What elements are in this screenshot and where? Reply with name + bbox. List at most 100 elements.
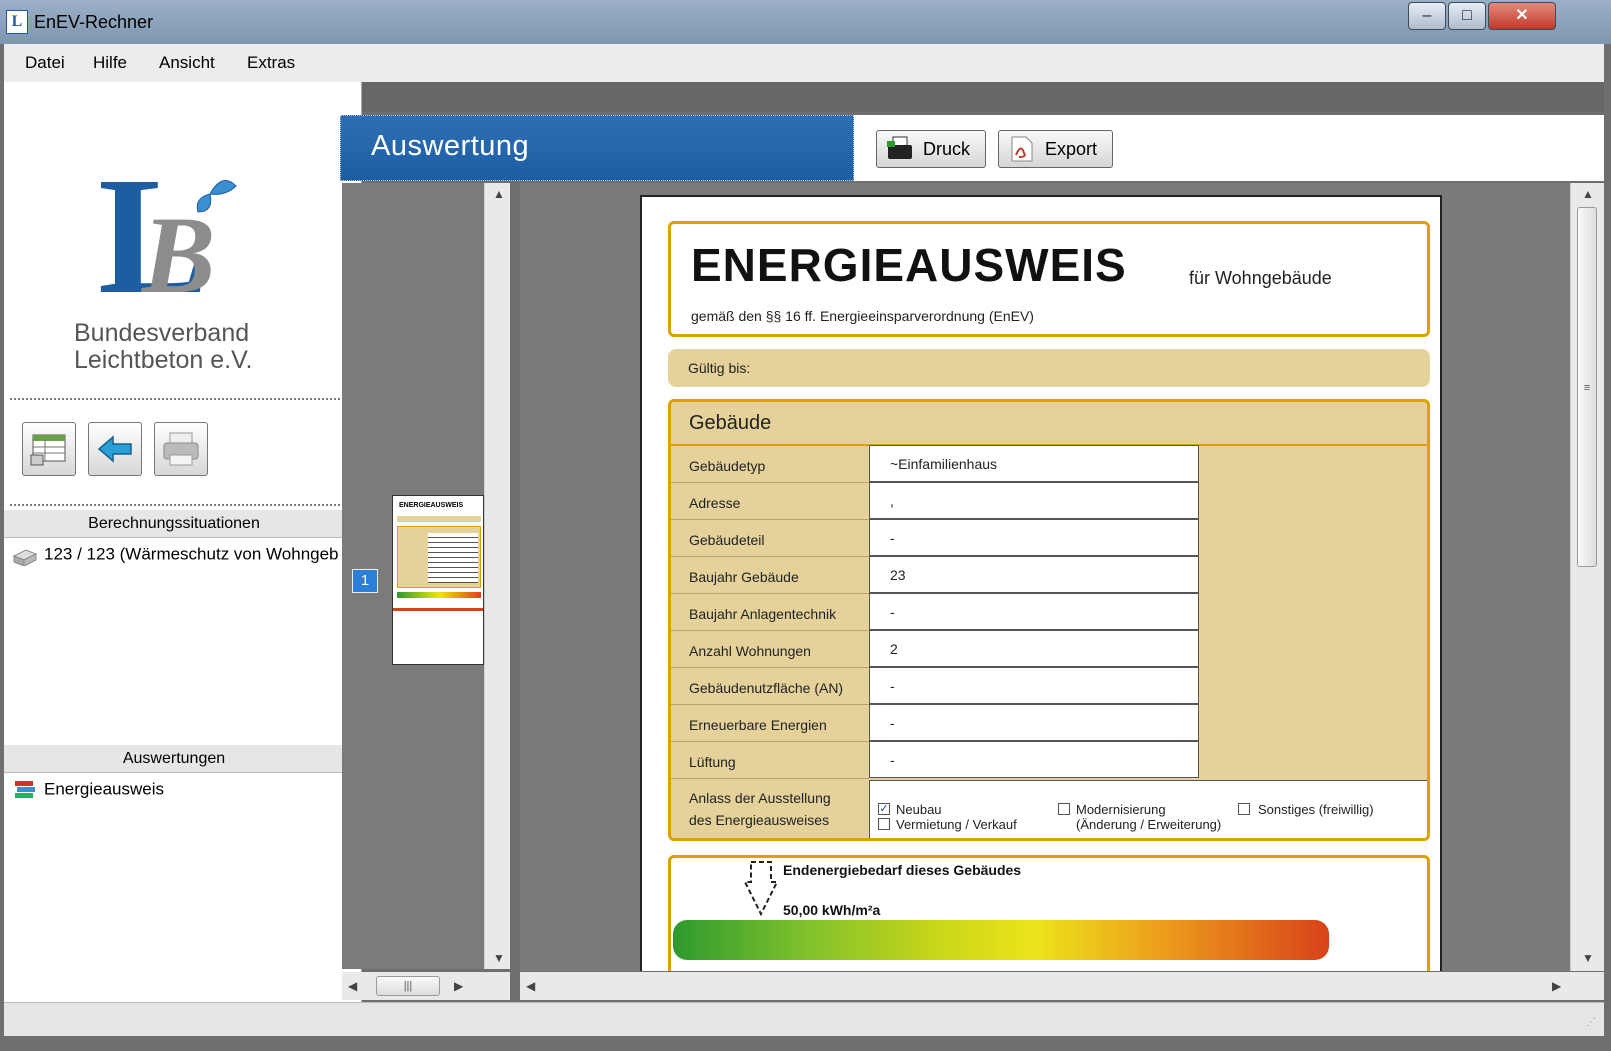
page-number-badge[interactable]: 1 [352,569,378,593]
row-value-address: , [869,482,1199,519]
export-button[interactable]: Export [998,130,1113,168]
section-header-calculations: Berechnungssituationen [4,510,344,538]
row-label-building-part: Gebäudeteil [689,532,765,548]
sidebar: L B Bundesverband Leichtbeton e.V. Berec… [4,82,362,1002]
row-label-apartments: Anzahl Wohnungen [689,643,811,659]
scroll-down-icon[interactable]: ▼ [493,951,505,965]
energy-demand-value: 50,00 kWh/m²a [783,902,881,918]
export-button-label: Export [1045,139,1098,159]
scroll-left-icon[interactable]: ◀ [526,979,535,993]
row-value-building-type: ~Einfamilienhaus [869,445,1199,482]
validity-box: Gültig bis: [668,349,1430,387]
printer-icon [887,136,912,159]
print-button[interactable]: Druck [876,130,986,168]
arrow-left-icon [97,435,132,463]
row-value-building-part: - [869,519,1199,556]
app-icon: L [6,10,28,34]
resize-grip-icon[interactable]: ⋰ [1586,1017,1596,1028]
scroll-thumb[interactable]: ||| [376,976,440,996]
divider [10,398,340,400]
checkbox-new-build[interactable]: ✓ [878,803,890,815]
document-scrollbar-horizontal[interactable]: ◀ ▶ [520,972,1604,1000]
energy-demand-section: Endenergiebedarf dieses Gebäudes 50,00 k… [668,855,1430,971]
row-value-system-year: - [869,593,1199,630]
row-label-building-type: Gebäudetyp [689,458,766,474]
divider [10,504,340,506]
menu-datei[interactable]: Datei [25,53,65,73]
scroll-left-icon[interactable]: ◀ [348,979,357,993]
row-label-address: Adresse [689,495,741,511]
row-label-construction-year: Baujahr Gebäude [689,569,799,585]
energy-demand-label: Endenergiebedarf dieses Gebäudes [783,862,1022,878]
scroll-right-icon[interactable]: ▶ [1552,979,1561,993]
stacked-layers-icon [15,781,35,798]
row-value-renewables: - [869,704,1199,741]
document-viewer: ENERGIEAUSWEIS für Wohngebäude gemäß den… [520,183,1570,971]
row-label-ventilation: Lüftung [689,754,736,770]
print-button-label: Druck [923,139,971,159]
row-value-ventilation: - [869,741,1199,778]
row-value-usable-area: - [869,667,1199,704]
menu-hilfe[interactable]: Hilfe [93,53,127,73]
row-value-apartments: 2 [869,630,1199,667]
window-titlebar: L EnEV-Rechner – □ ✕ [0,0,1611,44]
maximize-button[interactable]: □ [1448,2,1486,30]
checkbox-other-label: Sonstiges (freiwillig) [1258,802,1374,817]
organization-name: Bundesverband Leichtbeton e.V. [74,319,253,374]
eval-tree-label: Energieausweis [44,779,165,799]
checkbox-new-build-label: Neubau [896,802,942,817]
status-bar: ⋰ [4,1002,1604,1036]
checkbox-other[interactable] [1238,803,1250,815]
table-icon [30,434,66,466]
page-title: Auswertung [371,130,530,162]
menu-extras[interactable]: Extras [247,53,295,73]
back-button[interactable] [88,422,142,476]
arrow-down-icon [743,861,779,917]
occasion-options: ✓ Neubau Vermietung / Verkauf Modernisie… [869,780,1427,838]
thumbnail-scrollbar-horizontal[interactable]: ◀ ||| ▶ [342,972,510,1000]
document-scrollbar-vertical[interactable]: ▲ ≡ ▼ [1570,183,1604,971]
close-button[interactable]: ✕ [1488,2,1556,30]
thumbnail-scrollbar-vertical[interactable]: ▲ ▼ [484,183,510,969]
energy-scale-bar [673,920,1329,960]
calc-tree-label: 123 / 123 (Wärmeschutz von Wohngeb [44,544,338,564]
scroll-thumb[interactable]: ≡ [1577,207,1597,567]
top-strip [362,82,1604,112]
section-header-bar: Auswertung [340,115,854,181]
bvl-logo: L B [98,143,237,302]
document-page: ENERGIEAUSWEIS für Wohngebäude gemäß den… [640,195,1442,971]
building-section-title: Gebäude [689,412,772,434]
page-thumbnail[interactable]: ENERGIEAUSWEIS [392,495,484,665]
row-label-system-year: Baujahr Anlagentechnik [689,606,837,622]
certificate-title: ENERGIEAUSWEIS [691,239,1127,291]
row-label-renewables: Erneuerbare Energien [689,717,827,733]
valid-until-label: Gültig bis: [688,360,751,376]
eval-tree-item[interactable]: Energieausweis [12,779,164,801]
certificate-header: ENERGIEAUSWEIS für Wohngebäude gemäß den… [668,221,1430,337]
thumbnail-title: ENERGIEAUSWEIS [399,502,464,509]
scroll-down-icon[interactable]: ▼ [1582,951,1594,965]
building-blocks-icon [12,549,38,566]
row-label-occasion: Anlass der Ausstellung des Energieauswei… [689,790,831,828]
menu-ansicht[interactable]: Ansicht [159,53,215,73]
certificate-law-reference: gemäß den §§ 16 ff. Energieeinsparverord… [691,308,1034,324]
scroll-up-icon[interactable]: ▲ [493,187,505,201]
window-title: EnEV-Rechner [34,12,154,32]
row-label-usable-area: Gebäudenutzfläche (AN) [689,680,844,696]
calculator-button[interactable] [22,422,76,476]
checkbox-rental-sale-label: Vermietung / Verkauf [896,817,1017,832]
print-button-disabled[interactable] [154,422,208,476]
checkbox-modernization[interactable] [1058,803,1070,815]
row-value-construction-year: 23 [869,556,1199,593]
thumbnail-pane: 1 ENERGIEAUSWEIS [342,183,484,969]
scroll-up-icon[interactable]: ▲ [1582,187,1594,201]
scroll-right-icon[interactable]: ▶ [454,979,463,993]
section-header-evaluations: Auswertungen [4,745,344,773]
checkbox-modernization-label: Modernisierung (Änderung / Erweiterung) [1076,802,1222,832]
building-section: Gebäude Gebäudetyp ~Einfamilienhaus Adre… [668,399,1430,841]
pdf-icon [1011,136,1033,162]
calc-tree-item[interactable]: 123 / 123 (Wärmeschutz von Wohngeb [12,544,338,566]
checkbox-rental-sale[interactable] [878,818,890,830]
minimize-button[interactable]: – [1408,2,1446,30]
printer-icon [163,432,199,466]
